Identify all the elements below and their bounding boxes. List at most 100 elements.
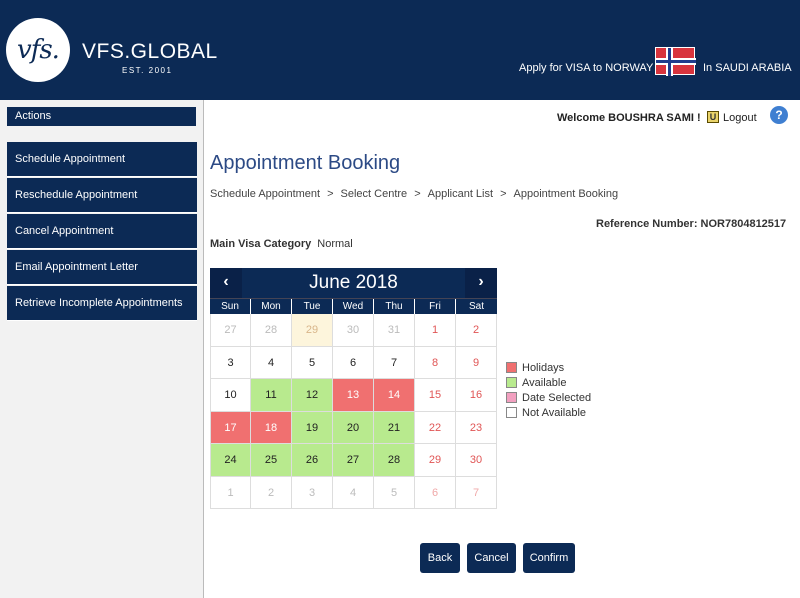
calendar-day-cell: 29	[415, 444, 456, 477]
calendar-day-cell: 6	[333, 346, 374, 379]
legend-item: Not Available	[506, 405, 591, 420]
visa-category-label: Main Visa Category	[210, 238, 312, 250]
calendar-day-cell: 23	[456, 411, 497, 444]
appointment-calendar: ‹ June 2018 › Sun Mon Tue Wed Thu Fri Sa…	[210, 268, 497, 509]
breadcrumb-item[interactable]: Applicant List	[428, 188, 493, 200]
calendar-day-cell: 9	[456, 346, 497, 379]
weekday-label: Mon	[251, 299, 292, 314]
calendar-day-cell: 27	[210, 314, 251, 347]
calendar-weekday-row: Sun Mon Tue Wed Thu Fri Sat	[210, 298, 497, 314]
brand-name: VFS.GLOBAL	[82, 40, 218, 63]
welcome-message: Welcome BOUSHRA SAMI !	[557, 112, 701, 124]
legend-item: Holidays	[506, 360, 591, 375]
sidebar-item-schedule-appointment[interactable]: Schedule Appointment	[7, 142, 197, 177]
breadcrumb-item[interactable]: Schedule Appointment	[210, 188, 320, 200]
calendar-day-cell[interactable]: 21	[374, 411, 415, 444]
calendar-day-cell[interactable]: 28	[374, 444, 415, 477]
calendar-day-cell: 28	[251, 314, 292, 347]
cancel-button[interactable]: Cancel	[467, 543, 516, 573]
confirm-button[interactable]: Confirm	[523, 543, 575, 573]
calendar-day-cell: 14	[374, 379, 415, 412]
calendar-day-cell: 10	[210, 379, 251, 412]
country-location-text: In SAUDI ARABIA	[703, 62, 792, 74]
weekday-label: Thu	[374, 299, 415, 314]
breadcrumb-separator: >	[327, 188, 334, 200]
sidebar-item-cancel-appointment[interactable]: Cancel Appointment	[7, 214, 197, 249]
calendar-day-cell: 22	[415, 411, 456, 444]
chevron-right-icon[interactable]: ›	[465, 268, 497, 298]
calendar-day-cell: 8	[415, 346, 456, 379]
logout-link[interactable]: Logout	[723, 112, 757, 124]
actions-heading: Actions	[7, 107, 196, 126]
breadcrumb-item-current: Appointment Booking	[513, 188, 619, 200]
weekday-label: Fri	[415, 299, 456, 314]
calendar-day-cell: 13	[333, 379, 374, 412]
calendar-day-cell: 17	[210, 411, 251, 444]
weekday-label: Tue	[292, 299, 333, 314]
calendar-day-cell: 2	[251, 476, 292, 509]
legend-label: Holidays	[522, 361, 565, 374]
calendar-day-cell[interactable]: 24	[210, 444, 251, 477]
weekday-label: Sun	[210, 299, 251, 314]
breadcrumb-separator: >	[414, 188, 421, 200]
legend-item: Date Selected	[506, 390, 591, 405]
calendar-day-cell[interactable]: 27	[333, 444, 374, 477]
calendar-day-cell[interactable]: 20	[333, 411, 374, 444]
reference-number: Reference Number: NOR7804812517	[596, 218, 787, 230]
calendar-day-cell: 7	[374, 346, 415, 379]
calendar-day-cell[interactable]: 25	[251, 444, 292, 477]
breadcrumb: Schedule Appointment > Select Centre > A…	[210, 188, 618, 200]
calendar-day-cell[interactable]: 12	[292, 379, 333, 412]
calendar-day-cell: 16	[456, 379, 497, 412]
calendar-day-cell: 3	[292, 476, 333, 509]
help-icon[interactable]: ?	[770, 106, 788, 124]
apply-visa-text: Apply for VISA to NORWAY	[519, 62, 654, 74]
legend-swatch	[506, 377, 517, 388]
calendar-day-cell: 30	[333, 314, 374, 347]
calendar-day-cell: 6	[415, 476, 456, 509]
sidebar-item-retrieve-incomplete[interactable]: Retrieve Incomplete Appointments	[7, 286, 197, 321]
sidebar-item-reschedule-appointment[interactable]: Reschedule Appointment	[7, 178, 197, 213]
logo-mark: vfs.	[17, 35, 60, 65]
calendar-day-cell: 18	[251, 411, 292, 444]
calendar-month-title: June 2018	[309, 272, 398, 293]
calendar-day-cell: 7	[456, 476, 497, 509]
back-button[interactable]: Back	[420, 543, 460, 573]
legend-swatch	[506, 407, 517, 418]
logout-icon[interactable]: U	[707, 111, 719, 123]
chevron-left-icon[interactable]: ‹	[210, 268, 242, 298]
calendar-legend: Holidays Available Date Selected Not Availa…	[506, 360, 591, 420]
sidebar-item-email-appointment-letter[interactable]: Email Appointment Letter	[7, 250, 197, 285]
calendar-day-cell: 5	[374, 476, 415, 509]
legend-label: Date Selected	[522, 391, 592, 404]
vfs-logo[interactable]: vfs.	[6, 18, 70, 82]
site-header: vfs. VFS.GLOBAL EST. 2001 Apply for VISA…	[0, 0, 800, 100]
calendar-day-cell[interactable]: 11	[251, 379, 292, 412]
calendar-day-cell: 4	[333, 476, 374, 509]
calendar-day-cell: 30	[456, 444, 497, 477]
norway-flag-icon	[655, 47, 696, 76]
breadcrumb-separator: >	[500, 188, 507, 200]
calendar-day-cell: 5	[292, 346, 333, 379]
weekday-label: Sat	[468, 301, 484, 312]
calendar-day-cell: 4	[251, 346, 292, 379]
calendar-day-cell: 29	[292, 314, 333, 347]
legend-item: Available	[506, 375, 591, 390]
calendar-day-cell: 1	[210, 476, 251, 509]
brand-established: EST. 2001	[122, 66, 173, 75]
calendar-header: ‹ June 2018 ›	[210, 268, 497, 298]
legend-swatch	[506, 392, 517, 403]
visa-category: Main Visa Category Normal	[210, 238, 353, 250]
breadcrumb-item[interactable]: Select Centre	[341, 188, 408, 200]
legend-label: Not Available	[522, 406, 587, 419]
legend-label: Available	[522, 376, 567, 389]
calendar-day-cell[interactable]: 26	[292, 444, 333, 477]
calendar-day-cell: 1	[415, 314, 456, 347]
calendar-day-cell: 3	[210, 346, 251, 379]
legend-swatch	[506, 362, 517, 373]
calendar-day-cell[interactable]: 19	[292, 411, 333, 444]
visa-category-value: Normal	[317, 238, 353, 250]
calendar-day-grid: 27 28 29 30 31 1 2 3 4 5 6 7 8 9 10 11 12 13 14 15 16 17 18 19 2…	[210, 314, 497, 509]
calendar-day-cell: 15	[415, 379, 456, 412]
weekday-label: Wed	[333, 299, 374, 314]
